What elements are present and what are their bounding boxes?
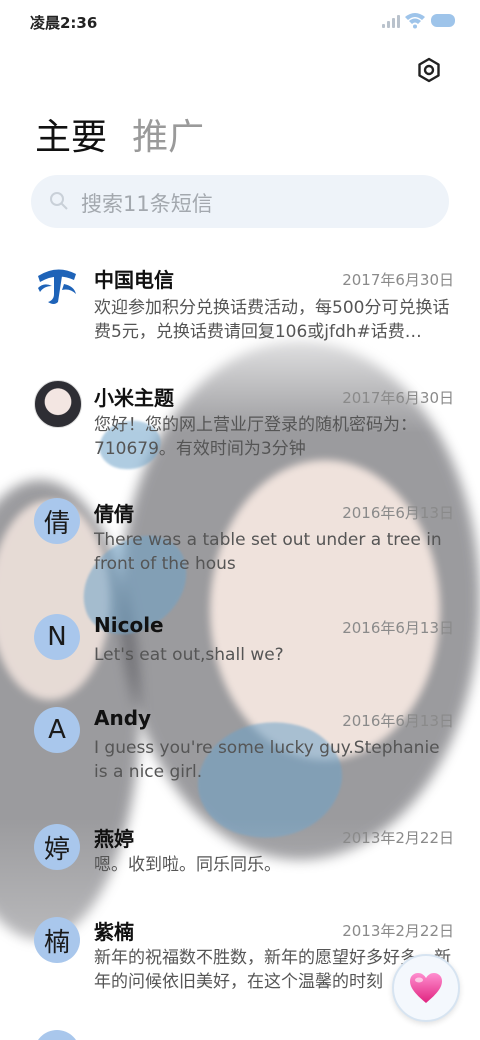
search-input[interactable]: 搜索11条短信 bbox=[31, 175, 449, 228]
search-placeholder: 搜索11条短信 bbox=[81, 192, 213, 216]
settings-gear-icon bbox=[418, 57, 440, 83]
conversation-item[interactable]: 小米主题 2017年6月30日 您好！您的网上营业厅登录的随机密码为：71067… bbox=[0, 378, 480, 468]
contact-photo-avatar bbox=[34, 380, 82, 428]
contact-avatar: A bbox=[34, 707, 80, 753]
conversation-item[interactable]: N Nicole 2016年6月13日 Let's eat out,shall … bbox=[0, 613, 480, 683]
contact-avatar: 楠 bbox=[34, 917, 80, 963]
message-preview: Let's eat out,shall we? bbox=[94, 645, 284, 665]
battery-icon bbox=[431, 14, 455, 27]
conversation-item-partial[interactable] bbox=[0, 1028, 480, 1040]
message-date: 2016年6月13日 bbox=[342, 504, 454, 522]
message-preview: There was a table set out under a tree i… bbox=[94, 530, 442, 574]
contact-name: 倩倩 bbox=[94, 502, 134, 526]
conversation-item[interactable]: 中国电信 2017年6月30日 欢迎参加积分兑换话费活动，每500分可兑换话费5… bbox=[0, 258, 480, 358]
search-icon bbox=[50, 192, 68, 210]
contact-name: 紫楠 bbox=[94, 920, 134, 944]
message-preview: 您好！您的网上营业厅登录的随机密码为：710679。有效时间为3分钟 bbox=[94, 415, 417, 459]
message-date: 2013年2月22日 bbox=[342, 922, 454, 940]
contact-name: 中国电信 bbox=[94, 268, 174, 292]
message-preview: I guess you're some lucky guy.Stephanie … bbox=[94, 738, 440, 782]
china-telecom-logo-icon bbox=[34, 262, 80, 308]
message-date: 2017年6月30日 bbox=[342, 389, 454, 407]
status-bar: 凌晨2:36 bbox=[0, 0, 480, 42]
tab-promotions[interactable]: 推广 bbox=[132, 108, 204, 160]
heart-fab-button[interactable] bbox=[392, 954, 460, 1022]
contact-avatar: 婷 bbox=[34, 824, 80, 870]
message-date: 2013年2月22日 bbox=[342, 829, 454, 847]
message-date: 2017年6月30日 bbox=[342, 271, 454, 289]
contact-avatar: 倩 bbox=[34, 498, 80, 544]
conversation-item[interactable]: 婷 燕婷 2013年2月22日 嗯。收到啦。同乐同乐。 bbox=[0, 823, 480, 893]
contact-avatar: N bbox=[34, 614, 80, 660]
message-preview: 欢迎参加积分兑换话费活动，每500分可兑换话费5元，兑换话费请回复106或jfd… bbox=[94, 298, 450, 342]
contact-name: 燕婷 bbox=[94, 827, 134, 851]
conversation-item[interactable]: A Andy 2016年6月13日 I guess you're some lu… bbox=[0, 706, 480, 796]
wifi-icon bbox=[405, 13, 425, 29]
settings-button[interactable] bbox=[414, 55, 444, 85]
message-date: 2016年6月13日 bbox=[342, 712, 454, 730]
conversation-item[interactable]: 倩 倩倩 2016年6月13日 There was a table set ou… bbox=[0, 498, 480, 588]
signal-icon bbox=[382, 14, 402, 28]
contact-name: 小米主题 bbox=[94, 386, 174, 410]
contact-name: Nicole bbox=[94, 613, 164, 637]
tab-main[interactable]: 主要 bbox=[35, 108, 107, 160]
status-time: 凌晨2:36 bbox=[30, 14, 98, 32]
message-preview: 嗯。收到啦。同乐同乐。 bbox=[94, 855, 281, 875]
contact-avatar bbox=[34, 1030, 80, 1040]
heart-icon bbox=[410, 973, 442, 1003]
tab-bar: 主要 推广 bbox=[35, 108, 224, 160]
contact-name: Andy bbox=[94, 706, 152, 730]
message-date: 2016年6月13日 bbox=[342, 619, 454, 637]
